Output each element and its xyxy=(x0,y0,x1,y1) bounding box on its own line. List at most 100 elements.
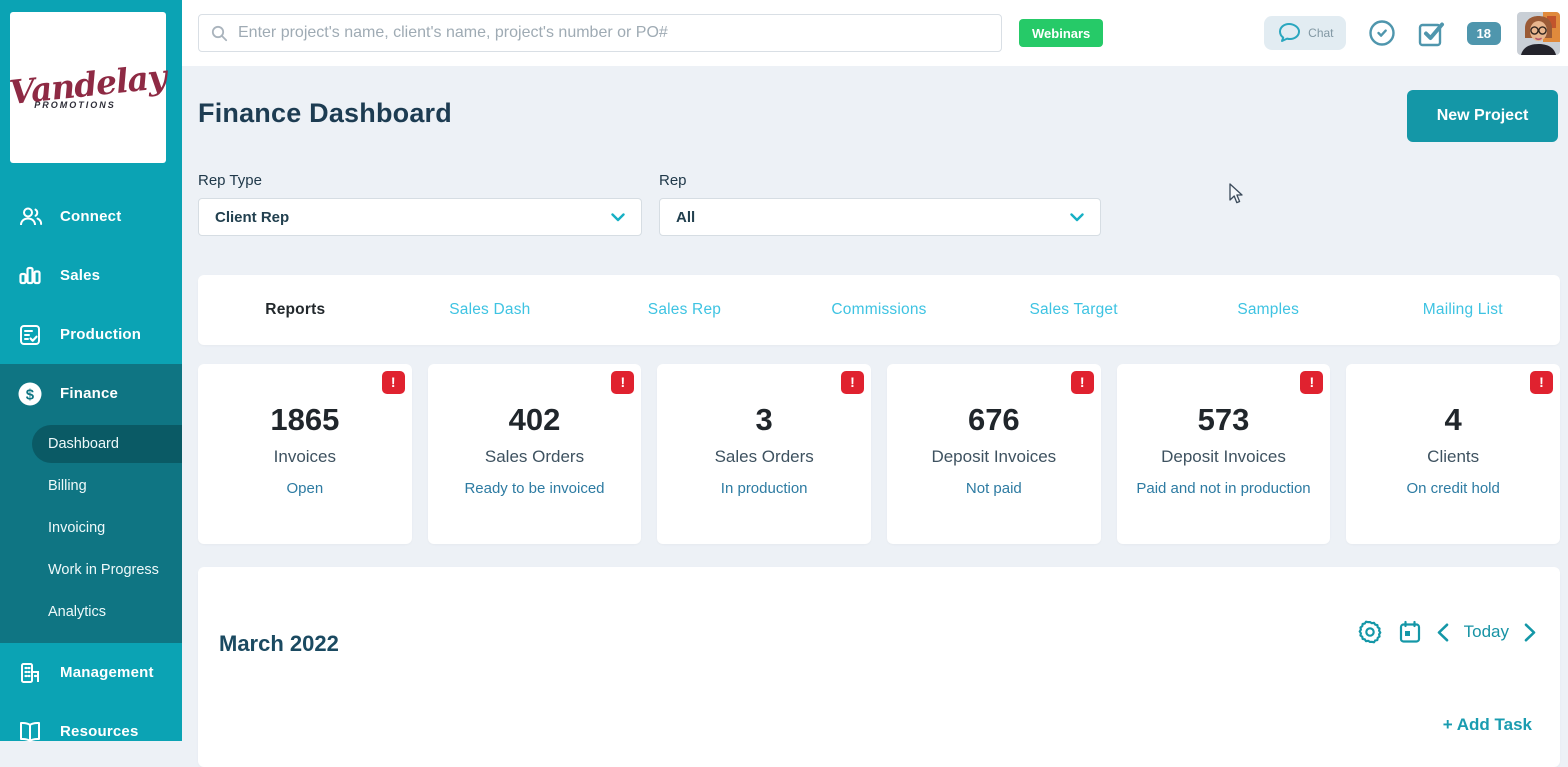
filters-row: Rep Type Client Rep Rep All xyxy=(198,172,1560,236)
stat-label: Clients xyxy=(1346,447,1560,467)
logo-wordmark: Vandelay xyxy=(8,57,168,112)
calendar-icon xyxy=(1398,620,1422,644)
finance-dashboard-app: Vandelay PROMOTIONS Connect xyxy=(0,0,1568,741)
chat-label: Chat xyxy=(1308,26,1333,40)
stat-card-deposit-invoices-paid[interactable]: ! 573 Deposit Invoices Paid and not in p… xyxy=(1117,364,1331,544)
tab-samples[interactable]: Samples xyxy=(1171,301,1366,319)
calendar-prev-button[interactable] xyxy=(1437,623,1449,642)
stat-sublabel: Open xyxy=(198,480,412,497)
tab-commissions[interactable]: Commissions xyxy=(782,301,977,319)
search-input[interactable] xyxy=(238,24,989,42)
stat-sublabel: Not paid xyxy=(887,480,1101,497)
sidebar-nav: Connect Sales xyxy=(0,187,182,761)
calendar-today-button[interactable]: Today xyxy=(1464,622,1509,642)
sidebar-subitem-analytics[interactable]: Analytics xyxy=(0,591,182,633)
time-tracking-button[interactable] xyxy=(1368,19,1396,47)
sidebar-item-label: Management xyxy=(60,664,154,681)
gear-icon xyxy=(1357,619,1383,645)
stat-label: Sales Orders xyxy=(428,447,642,467)
calendar-controls: Today xyxy=(1357,619,1536,645)
clipboard-check-icon xyxy=(17,322,43,348)
global-search xyxy=(198,14,1002,52)
sidebar-subitem-invoicing[interactable]: Invoicing xyxy=(0,507,182,549)
sidebar-item-resources[interactable]: Resources xyxy=(0,702,182,761)
page-header: Finance Dashboard New Project xyxy=(198,90,1560,142)
stat-label: Deposit Invoices xyxy=(887,447,1101,467)
sidebar-subitem-label: Work in Progress xyxy=(48,562,159,578)
report-tabs: Reports Sales Dash Sales Rep Commissions… xyxy=(198,275,1560,345)
sidebar-item-label: Production xyxy=(60,326,141,343)
tab-sales-target[interactable]: Sales Target xyxy=(976,301,1171,319)
sidebar-finance-group: $ Finance Dashboard Billing Invoicing Wo… xyxy=(0,364,182,643)
stat-value: 573 xyxy=(1117,402,1331,438)
webinars-button[interactable]: Webinars xyxy=(1019,19,1103,47)
tab-sales-dash[interactable]: Sales Dash xyxy=(393,301,588,319)
page-title: Finance Dashboard xyxy=(198,98,452,129)
notification-badge[interactable]: 18 xyxy=(1467,22,1501,45)
stat-sublabel: On credit hold xyxy=(1346,480,1560,497)
stat-value: 676 xyxy=(887,402,1101,438)
alert-badge-icon[interactable]: ! xyxy=(382,371,405,394)
tasks-button[interactable] xyxy=(1418,20,1445,47)
alert-badge-icon[interactable]: ! xyxy=(611,371,634,394)
sidebar-item-sales[interactable]: Sales xyxy=(0,246,182,305)
rep-filter: Rep All xyxy=(659,172,1101,236)
calendar-view-button[interactable] xyxy=(1398,620,1422,644)
sidebar-item-label: Connect xyxy=(60,208,121,225)
content-area: Finance Dashboard New Project Rep Type C… xyxy=(182,66,1568,767)
sidebar-item-production[interactable]: Production xyxy=(0,305,182,364)
stat-cards-row: ! 1865 Invoices Open ! 402 Sales Orders … xyxy=(198,364,1560,544)
svg-text:$: $ xyxy=(26,386,35,403)
stat-card-sales-orders-ready[interactable]: ! 402 Sales Orders Ready to be invoiced xyxy=(428,364,642,544)
chevron-down-icon xyxy=(1070,213,1084,222)
stat-card-invoices-open[interactable]: ! 1865 Invoices Open xyxy=(198,364,412,544)
checkbox-check-icon xyxy=(1418,20,1445,47)
rep-label: Rep xyxy=(659,172,1101,189)
sidebar-subitem-label: Analytics xyxy=(48,604,106,620)
stat-value: 4 xyxy=(1346,402,1560,438)
stat-sublabel: Ready to be invoiced xyxy=(428,480,642,497)
rep-type-select[interactable]: Client Rep xyxy=(198,198,642,236)
building-icon xyxy=(17,660,43,686)
rep-type-filter: Rep Type Client Rep xyxy=(198,172,642,236)
alert-badge-icon[interactable]: ! xyxy=(1530,371,1553,394)
add-task-button[interactable]: + Add Task xyxy=(1443,715,1532,735)
tab-mailing-list[interactable]: Mailing List xyxy=(1365,301,1560,319)
stat-value: 3 xyxy=(657,402,871,438)
sidebar-item-finance[interactable]: $ Finance xyxy=(0,364,182,423)
sidebar-subitem-billing[interactable]: Billing xyxy=(0,465,182,507)
rep-select[interactable]: All xyxy=(659,198,1101,236)
alert-badge-icon[interactable]: ! xyxy=(1300,371,1323,394)
sidebar-subitem-work-in-progress[interactable]: Work in Progress xyxy=(0,549,182,591)
chat-button[interactable]: Chat xyxy=(1264,16,1345,50)
chevron-down-icon xyxy=(611,213,625,222)
company-logo[interactable]: Vandelay PROMOTIONS xyxy=(10,12,166,163)
stat-label: Sales Orders xyxy=(657,447,871,467)
sidebar-subitem-dashboard[interactable]: Dashboard xyxy=(32,425,182,463)
chevron-left-icon xyxy=(1437,623,1449,642)
sidebar-subitem-label: Dashboard xyxy=(48,436,119,452)
dollar-circle-icon: $ xyxy=(17,381,43,407)
calendar-next-button[interactable] xyxy=(1524,623,1536,642)
stat-card-clients-credit-hold[interactable]: ! 4 Clients On credit hold xyxy=(1346,364,1560,544)
sidebar-item-management[interactable]: Management xyxy=(0,643,182,702)
clock-icon xyxy=(1368,19,1396,47)
sidebar-item-connect[interactable]: Connect xyxy=(0,187,182,246)
sidebar-subitem-label: Invoicing xyxy=(48,520,105,536)
tab-sales-rep[interactable]: Sales Rep xyxy=(587,301,782,319)
rep-value: All xyxy=(676,209,695,226)
stat-card-deposit-invoices-notpaid[interactable]: ! 676 Deposit Invoices Not paid xyxy=(887,364,1101,544)
new-project-button[interactable]: New Project xyxy=(1407,90,1558,142)
stat-card-sales-orders-production[interactable]: ! 3 Sales Orders In production xyxy=(657,364,871,544)
chevron-right-icon xyxy=(1524,623,1536,642)
user-avatar[interactable] xyxy=(1517,12,1560,55)
rep-type-value: Client Rep xyxy=(215,209,289,226)
stat-value: 1865 xyxy=(198,402,412,438)
tab-reports[interactable]: Reports xyxy=(198,301,393,319)
alert-badge-icon[interactable]: ! xyxy=(841,371,864,394)
calendar-settings-button[interactable] xyxy=(1357,619,1383,645)
alert-badge-icon[interactable]: ! xyxy=(1071,371,1094,394)
calendar-month-title: March 2022 xyxy=(219,631,339,657)
search-icon xyxy=(211,25,228,42)
sidebar-item-label: Sales xyxy=(60,267,100,284)
